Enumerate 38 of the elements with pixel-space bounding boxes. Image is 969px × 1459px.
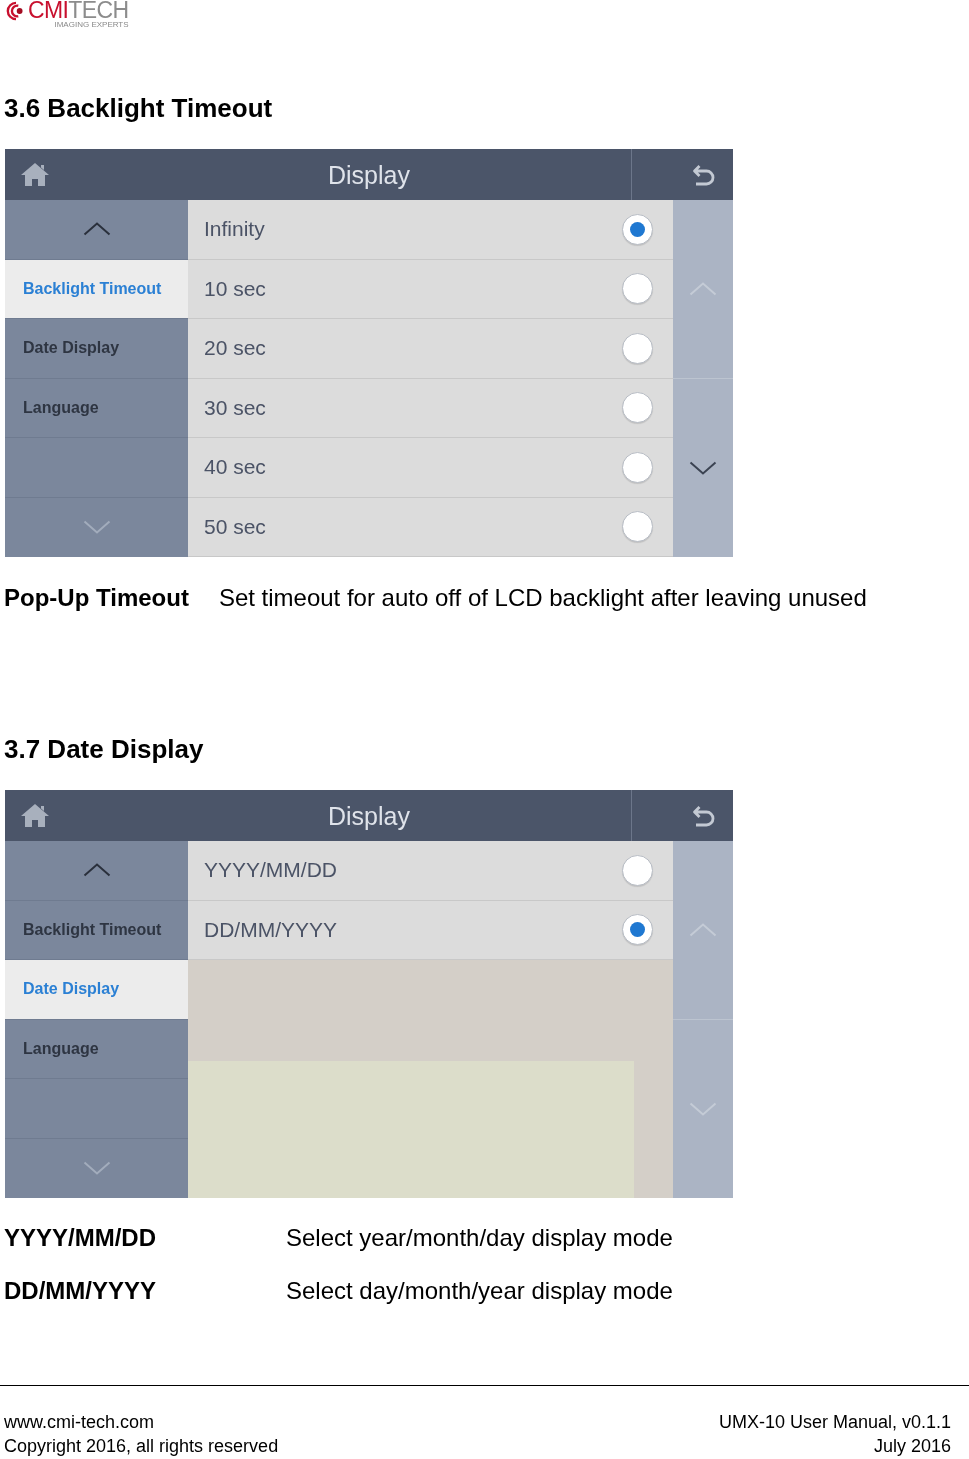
section-heading: 3.7 Date Display	[4, 733, 204, 765]
home-icon[interactable]	[20, 162, 50, 187]
footer-text: www.cmi-tech.com	[4, 1411, 155, 1434]
section-heading: 3.6 Backlight Timeout	[4, 92, 273, 124]
option-label: 20 sec	[204, 336, 266, 361]
option-label: Infinity	[204, 217, 265, 242]
logo-wordmark: CMITECH	[28, 0, 129, 21]
option-label: YYYY/MM/DD	[204, 858, 337, 883]
definition-text: Select year/month/day display mode	[286, 1223, 673, 1253]
radio-button[interactable]	[622, 213, 653, 245]
radio-button[interactable]	[622, 914, 653, 946]
back-icon[interactable]	[692, 803, 716, 828]
option-label: 40 sec	[204, 455, 266, 480]
logo-tagline: IMAGING EXPERTS	[54, 21, 129, 29]
home-icon[interactable]	[20, 803, 50, 828]
option-label: DD/MM/YYYY	[204, 917, 337, 942]
back-icon[interactable]	[692, 162, 716, 187]
radio-button[interactable]	[622, 854, 653, 886]
definition-text: Select day/month/year display mode	[286, 1276, 673, 1306]
option-label: 30 sec	[204, 395, 266, 420]
option-label: 10 sec	[204, 276, 266, 301]
sidebar-item[interactable]: Backlight Timeout	[5, 259, 188, 319]
footer-text: UMX-10 User Manual, v0.1.1	[718, 1411, 951, 1434]
definition-term: YYYY/MM/DD	[4, 1223, 156, 1253]
radio-button[interactable]	[622, 392, 653, 424]
screen-title: Display	[328, 800, 410, 831]
footer-text: Copyright 2016, all rights reserved	[4, 1435, 279, 1458]
radio-button[interactable]	[622, 451, 653, 483]
screen-title: Display	[328, 159, 410, 190]
definition-term: DD/MM/YYYY	[4, 1276, 156, 1306]
radio-button[interactable]	[622, 332, 653, 364]
footer-text: July 2016	[873, 1435, 951, 1458]
radio-button[interactable]	[622, 273, 653, 305]
definition-term: Pop-Up Timeout	[4, 583, 189, 613]
option-label: 50 sec	[204, 514, 266, 539]
definition-text: Set timeout for auto off of LCD backlight after leaving unused	[218, 583, 867, 613]
radio-button[interactable]	[622, 511, 653, 543]
sidebar-item[interactable]: Date Display	[5, 960, 188, 1020]
